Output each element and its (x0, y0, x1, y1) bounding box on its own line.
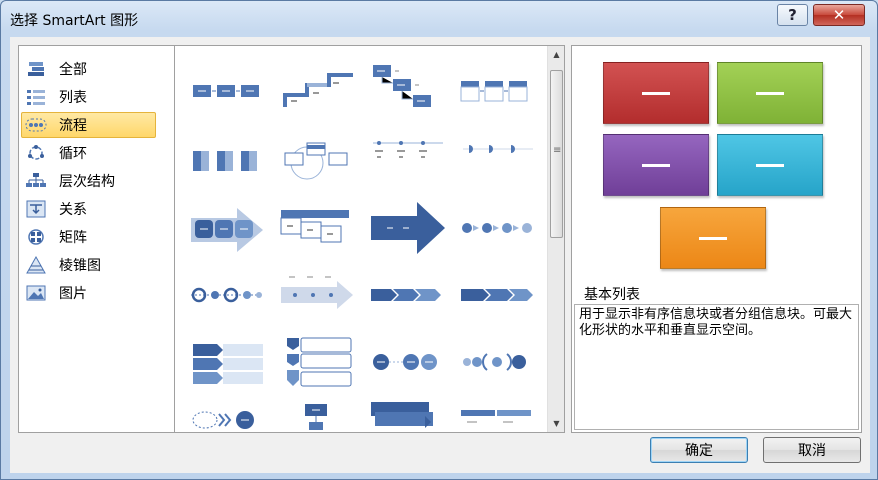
ok-button[interactable]: 确定 (650, 437, 748, 463)
grip-icon: ≡ (553, 145, 562, 156)
list-icon (27, 90, 45, 105)
layout-thumbnail[interactable] (187, 332, 275, 394)
layout-thumbnail[interactable] (457, 398, 545, 433)
category-label: 关系 (59, 202, 87, 218)
scrollbar-thumb[interactable]: ≡ (550, 70, 563, 238)
layout-thumbnail[interactable] (277, 398, 365, 433)
layout-thumbnail[interactable] (187, 61, 275, 123)
relationship-icon (26, 200, 46, 218)
layout-thumbnail[interactable] (367, 129, 455, 191)
all-icon (28, 62, 44, 76)
layout-thumbnail[interactable] (367, 398, 455, 433)
category-label: 棱锥图 (59, 258, 101, 274)
preview-description: 用于显示非有序信息块或者分组信息块。可最大化形状的水平和垂直显示空间。 (574, 304, 859, 430)
layout-thumbnail[interactable] (277, 129, 365, 191)
layout-thumbnail[interactable] (367, 332, 455, 394)
layout-thumbnail[interactable] (187, 398, 275, 433)
layout-thumbnail[interactable] (277, 61, 365, 123)
layout-thumbnail[interactable] (457, 129, 545, 191)
hierarchy-icon (26, 173, 46, 187)
cancel-button[interactable]: 取消 (763, 437, 861, 463)
layout-thumbnail[interactable] (187, 129, 275, 191)
layout-thumbnail[interactable] (277, 265, 365, 327)
picture-icon (26, 285, 46, 301)
layout-thumbnail[interactable] (457, 332, 545, 394)
category-label: 循环 (59, 146, 87, 162)
pyramid-icon (26, 256, 46, 274)
help-button[interactable]: ? (777, 4, 808, 26)
category-label: 图片 (59, 286, 87, 302)
layout-thumbnail[interactable] (187, 196, 275, 258)
category-label: 全部 (59, 62, 87, 78)
category-item-all[interactable]: 全部 (21, 56, 156, 82)
process-icon (25, 118, 47, 132)
preview-pane: 基本列表 用于显示非有序信息块或者分组信息块。可最大化形状的水平和垂直显示空间。 (571, 45, 862, 433)
category-item-process[interactable]: 流程 (21, 112, 156, 138)
scroll-up-arrow-icon[interactable]: ▲ (548, 46, 564, 63)
matrix-icon (28, 229, 44, 245)
close-button[interactable]: ✕ (813, 4, 865, 26)
category-item-picture[interactable]: 图片 (21, 280, 156, 306)
gallery-scrollbar[interactable]: ▲ ≡ ▼ (547, 46, 564, 432)
category-item-hierarchy[interactable]: 层次结构 (21, 168, 156, 194)
layout-thumbnail[interactable] (277, 196, 365, 258)
layout-gallery: ▲ ≡ ▼ (175, 45, 565, 433)
preview-block-red (603, 62, 709, 124)
layout-thumbnail[interactable] (457, 196, 545, 258)
cycle-icon (28, 145, 44, 160)
category-item-list[interactable]: 列表 (21, 84, 156, 110)
layout-thumbnail[interactable] (367, 196, 455, 258)
layout-thumbnail[interactable] (367, 265, 455, 327)
category-item-pyramid[interactable]: 棱锥图 (21, 252, 156, 278)
layout-thumbnail[interactable] (457, 265, 545, 327)
category-label: 流程 (59, 118, 87, 134)
layout-thumbnail[interactable] (277, 332, 365, 394)
preview-block-purple (603, 134, 709, 196)
dialog-body: 全部 列表 流程 循环 层次结构 关系 矩阵 棱锥图 图片 ▲ ≡ ▼ 基本列表… (10, 37, 870, 473)
layout-thumbnail[interactable] (457, 61, 545, 123)
preview-title: 基本列表 (584, 287, 640, 303)
layout-thumbnail[interactable] (367, 61, 455, 123)
category-item-matrix[interactable]: 矩阵 (21, 224, 156, 250)
category-item-relationship[interactable]: 关系 (21, 196, 156, 222)
category-label: 矩阵 (59, 230, 87, 246)
preview-block-orange (660, 207, 766, 269)
layout-thumbnail[interactable] (187, 265, 275, 327)
category-item-cycle[interactable]: 循环 (21, 140, 156, 166)
category-label: 列表 (59, 90, 87, 106)
preview-block-green (717, 62, 823, 124)
category-list: 全部 列表 流程 循环 层次结构 关系 矩阵 棱锥图 图片 (18, 45, 175, 433)
preview-block-cyan (717, 134, 823, 196)
scroll-down-arrow-icon[interactable]: ▼ (548, 415, 564, 432)
title-bar[interactable]: 选择 SmartArt 图形 ? ✕ (1, 1, 877, 37)
category-label: 层次结构 (59, 174, 115, 190)
smartart-dialog: 选择 SmartArt 图形 ? ✕ 全部 列表 流程 循环 层次结构 关系 矩… (0, 0, 878, 480)
dialog-title: 选择 SmartArt 图形 (10, 13, 139, 29)
